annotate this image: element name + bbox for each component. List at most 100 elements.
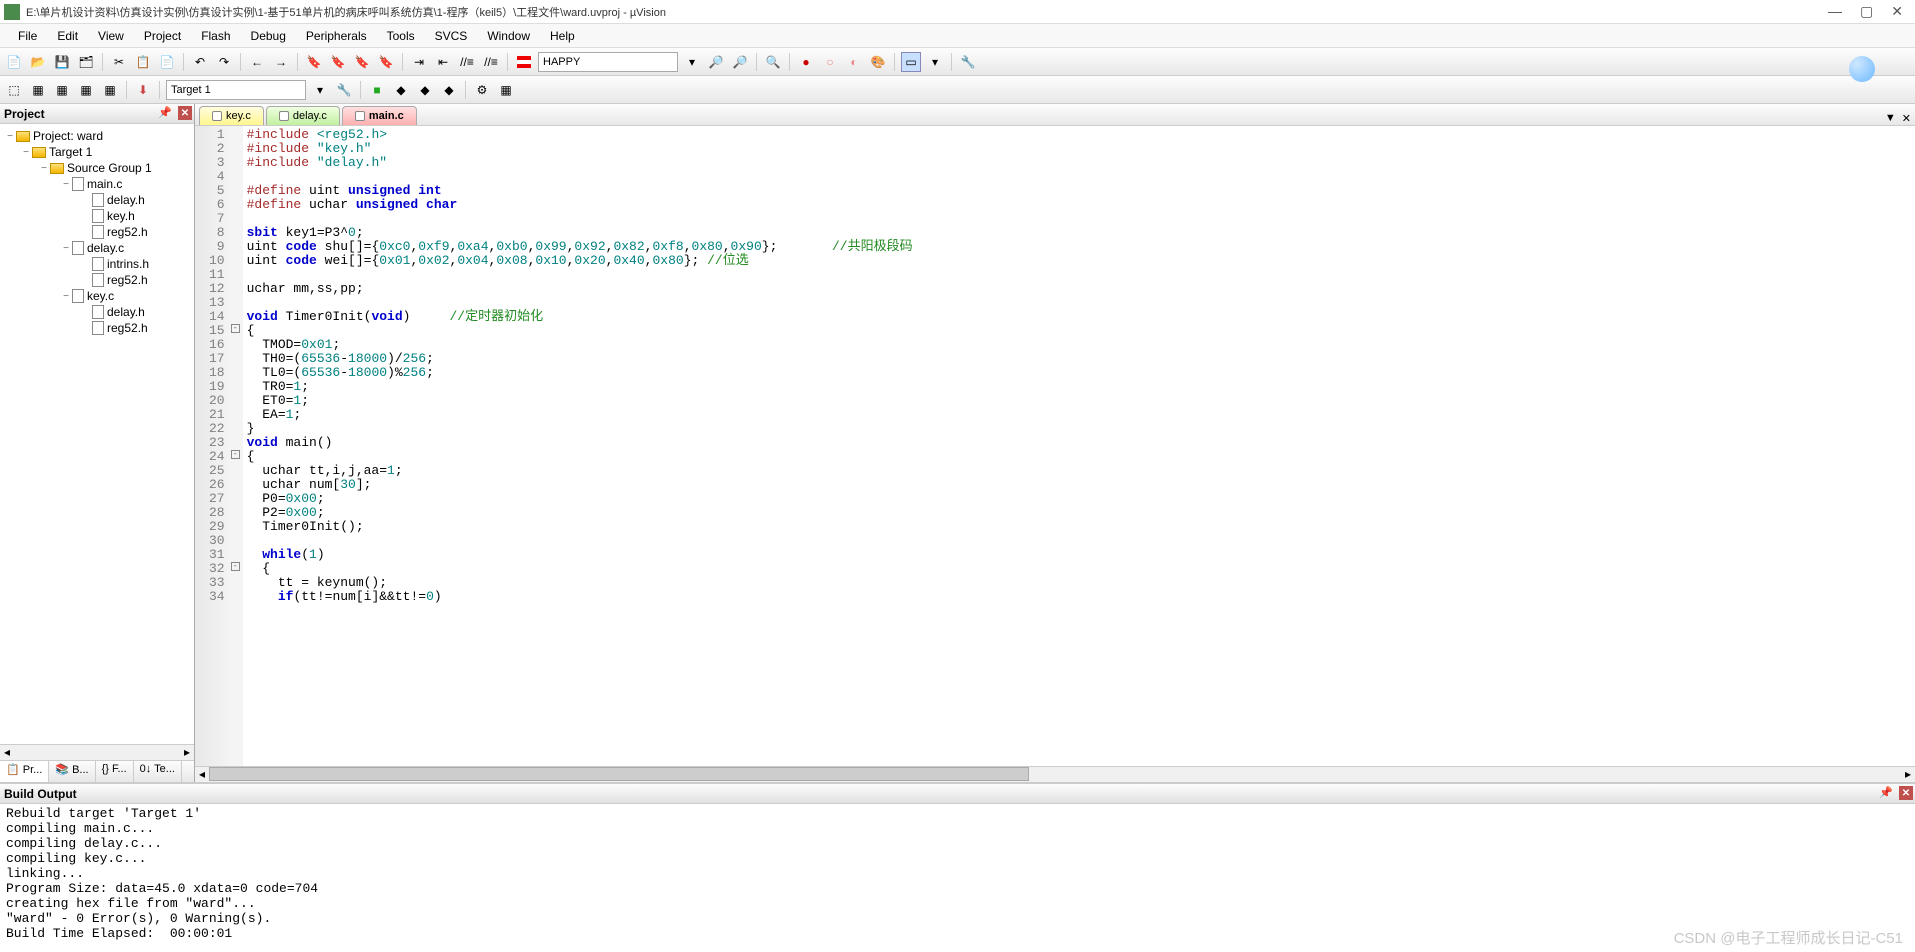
breakpoint-enable-icon[interactable]: ○ (820, 52, 840, 72)
search-combo[interactable] (538, 52, 678, 72)
manage-rte-icon[interactable]: ⚙ (472, 80, 492, 100)
tree-node[interactable]: −Project: ward (2, 128, 192, 144)
menu-help[interactable]: Help (540, 27, 585, 45)
bookmark-prev-icon[interactable]: 🔖 (328, 52, 348, 72)
build-pin-icon[interactable]: 📌 (1879, 786, 1893, 799)
project-tree[interactable]: −Project: ward−Target 1−Source Group 1−m… (0, 124, 194, 744)
tab-list-icon[interactable]: ▼ (1885, 112, 1896, 125)
tree-node[interactable]: −key.c (2, 288, 192, 304)
breakpoint-insert-icon[interactable]: ● (796, 52, 816, 72)
tree-node[interactable]: −Source Group 1 (2, 160, 192, 176)
new-file-icon[interactable]: 📄 (4, 52, 24, 72)
manage-books-icon[interactable]: ■ (367, 80, 387, 100)
tree-toggle-icon[interactable]: − (60, 291, 72, 302)
tree-node[interactable]: −Target 1 (2, 144, 192, 160)
comment-icon[interactable]: //≡ (457, 52, 477, 72)
tree-node[interactable]: delay.h (2, 304, 192, 320)
bookmark-icon[interactable]: 🔖 (304, 52, 324, 72)
tree-toggle-icon[interactable]: − (38, 163, 50, 174)
minimize-button[interactable]: — (1828, 3, 1842, 20)
file-tab-key.c[interactable]: key.c (199, 106, 264, 125)
nav-back-icon[interactable]: ← (247, 52, 267, 72)
menu-debug[interactable]: Debug (241, 27, 296, 45)
scrollbar-thumb[interactable] (209, 767, 1029, 781)
breakpoint-disable-icon[interactable]: ◐ (844, 52, 864, 72)
uncomment-icon[interactable]: //≡ (481, 52, 501, 72)
tree-toggle-icon[interactable]: − (60, 243, 72, 254)
save-all-icon[interactable]: 🗂 (76, 52, 96, 72)
download-icon[interactable]: ⬇ (133, 80, 153, 100)
horizontal-scrollbar[interactable]: ◂ ▸ (195, 766, 1915, 782)
redo-icon[interactable]: ↷ (214, 52, 234, 72)
menu-project[interactable]: Project (134, 27, 191, 45)
scroll-left-icon[interactable]: ◂ (0, 745, 14, 760)
stop-build-icon[interactable]: ▦ (100, 80, 120, 100)
menu-tools[interactable]: Tools (377, 27, 425, 45)
tree-node[interactable]: delay.h (2, 192, 192, 208)
layout-dropdown-icon[interactable]: ▾ (925, 52, 945, 72)
breakpoint-kill-icon[interactable]: 🎨 (868, 52, 888, 72)
fold-toggle-icon[interactable]: - (231, 324, 240, 333)
bookmark-next-icon[interactable]: 🔖 (352, 52, 372, 72)
incremental-find-icon[interactable]: 🔎 (730, 52, 750, 72)
project-tab-3[interactable]: 0↓ Te... (134, 761, 182, 782)
paste-icon[interactable]: 📄 (157, 52, 177, 72)
search-dropdown-icon[interactable]: ▾ (682, 52, 702, 72)
panel-close-icon[interactable]: ✕ (178, 106, 192, 120)
tree-node[interactable]: −delay.c (2, 240, 192, 256)
find-flag-icon[interactable] (514, 52, 534, 72)
copy-icon[interactable]: 📋 (133, 52, 153, 72)
tree-node[interactable]: reg52.h (2, 224, 192, 240)
find-icon[interactable]: 🔎 (706, 52, 726, 72)
cut-icon[interactable]: ✂ (109, 52, 129, 72)
batch-build-icon[interactable]: ▦ (76, 80, 96, 100)
build-output-text[interactable]: Rebuild target 'Target 1' compiling main… (0, 804, 1915, 952)
undo-icon[interactable]: ↶ (190, 52, 210, 72)
target-dropdown-icon[interactable]: ▾ (310, 80, 330, 100)
file-tab-main.c[interactable]: main.c (342, 106, 417, 125)
translate-icon[interactable]: ⬚ (4, 80, 24, 100)
pack-installer-icon[interactable]: ▦ (496, 80, 516, 100)
project-tab-0[interactable]: 📋 Pr... (0, 761, 49, 782)
code-editor[interactable]: 1234567891011121314151617181920212223242… (195, 126, 1915, 766)
code-content[interactable]: #include <reg52.h>#include "key.h"#inclu… (243, 126, 917, 766)
scroll-right-icon[interactable]: ▸ (180, 745, 194, 760)
open-icon[interactable]: 📂 (28, 52, 48, 72)
project-tab-2[interactable]: {} F... (96, 761, 134, 782)
build-icon[interactable]: ▦ (28, 80, 48, 100)
options-icon[interactable]: 🔧 (334, 80, 354, 100)
menu-window[interactable]: Window (477, 27, 540, 45)
bookmark-clear-icon[interactable]: 🔖 (376, 52, 396, 72)
scroll-left-arrow-icon[interactable]: ◂ (195, 767, 209, 782)
debug-icon[interactable]: 🔍 (763, 52, 783, 72)
menu-peripherals[interactable]: Peripherals (296, 27, 377, 45)
menu-svcs[interactable]: SVCS (425, 27, 478, 45)
target-select[interactable] (166, 80, 306, 100)
project-tab-1[interactable]: 📚 B... (49, 761, 95, 782)
menu-view[interactable]: View (88, 27, 134, 45)
tree-toggle-icon[interactable]: − (20, 147, 32, 158)
pin-icon[interactable]: 📌 (158, 106, 172, 119)
save-icon[interactable]: 💾 (52, 52, 72, 72)
fold-toggle-icon[interactable]: - (231, 562, 240, 571)
tree-node[interactable]: key.h (2, 208, 192, 224)
window-layout-icon[interactable]: ▭ (901, 52, 921, 72)
tree-node[interactable]: reg52.h (2, 320, 192, 336)
menu-file[interactable]: File (8, 27, 47, 45)
outdent-icon[interactable]: ⇤ (433, 52, 453, 72)
fold-toggle-icon[interactable]: - (231, 450, 240, 459)
manage-multi-icon[interactable]: ◆ (439, 80, 459, 100)
menu-flash[interactable]: Flash (191, 27, 240, 45)
nav-forward-icon[interactable]: → (271, 52, 291, 72)
menu-edit[interactable]: Edit (47, 27, 88, 45)
tree-node[interactable]: reg52.h (2, 272, 192, 288)
fold-column[interactable]: - - - (231, 126, 243, 766)
manage-env-icon[interactable]: ◆ (415, 80, 435, 100)
tab-close-icon[interactable]: ✕ (1902, 112, 1911, 125)
tree-toggle-icon[interactable]: − (60, 179, 72, 190)
configure-icon[interactable]: 🔧 (958, 52, 978, 72)
tree-node[interactable]: intrins.h (2, 256, 192, 272)
tree-toggle-icon[interactable]: − (4, 131, 16, 142)
scroll-right-arrow-icon[interactable]: ▸ (1901, 767, 1915, 782)
build-close-icon[interactable]: ✕ (1899, 786, 1913, 800)
